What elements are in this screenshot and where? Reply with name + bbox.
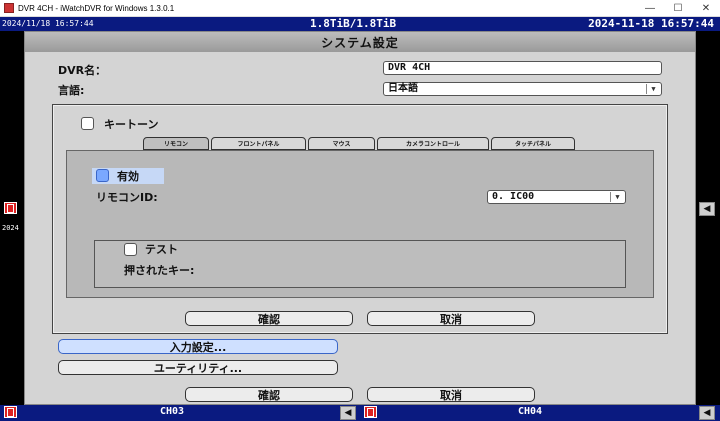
camera-icon <box>4 202 17 214</box>
remote-id-label: リモコンID: <box>96 191 158 204</box>
camera-bottom-strip <box>0 405 720 421</box>
keytone-title: キートーン <box>104 118 159 131</box>
dvr-name-label: DVR名： <box>58 64 107 77</box>
tab-mouse[interactable]: マウス <box>308 137 375 150</box>
dvr-name-input[interactable]: DVR 4CH <box>383 61 662 75</box>
remote-id-value: 0. IC00 <box>492 191 535 202</box>
dvr-status-bar: 2024/11/18 16:57:44 1.8TiB/1.8TiB 2024-1… <box>0 17 720 31</box>
tab-touch-panel[interactable]: タッチパネル <box>491 137 575 150</box>
system-ok-button[interactable]: 確認 <box>185 387 353 402</box>
maximize-button[interactable]: ☐ <box>664 0 692 17</box>
enable-label: 有効 <box>117 170 139 183</box>
speaker-icon[interactable]: ◀ <box>699 202 715 216</box>
test-label: テスト <box>145 243 178 256</box>
storage-usage: 1.8TiB/1.8TiB <box>310 17 397 30</box>
window-title: DVR 4CH - iWatchDVR for Windows 1.3.0.1 <box>18 3 175 13</box>
camera-icon-ch4 <box>364 406 377 418</box>
tab-front-panel[interactable]: フロントパネル <box>211 137 306 150</box>
input-settings-button[interactable]: 入力設定... <box>58 339 338 354</box>
camera-view-left <box>0 31 24 405</box>
test-checkbox[interactable] <box>124 243 137 256</box>
camera-label-ch4: CH04 <box>518 406 543 417</box>
keytone-tabs: リモコン フロントパネル マウス カメラコントロール タッチパネル <box>143 137 577 150</box>
close-button[interactable]: ✕ <box>692 0 720 17</box>
camera-icon-ch3 <box>4 406 17 418</box>
window-titlebar: DVR 4CH - iWatchDVR for Windows 1.3.0.1 … <box>0 0 720 17</box>
speaker-icon-ch4[interactable]: ◀ <box>699 406 715 420</box>
chevron-down-icon[interactable]: ▼ <box>610 192 624 202</box>
language-label: 言語: <box>58 84 85 97</box>
utility-button[interactable]: ユーティリティ... <box>58 360 338 375</box>
remote-id-select[interactable]: 0. IC00 ▼ <box>487 190 626 204</box>
enable-checkbox[interactable] <box>96 169 109 182</box>
keytone-checkbox[interactable] <box>81 117 94 130</box>
pressed-key-label: 押されたキー: <box>124 264 195 277</box>
keytone-ok-button[interactable]: 確認 <box>185 311 353 326</box>
chevron-down-icon[interactable]: ▼ <box>646 84 660 94</box>
tab-remote[interactable]: リモコン <box>143 137 209 150</box>
osd-timestamp: 2024/11/18 16:57:44 <box>2 19 94 28</box>
minimize-button[interactable]: — <box>636 0 664 17</box>
language-select[interactable]: 日本語 ▼ <box>383 82 662 96</box>
tab-camera-control[interactable]: カメラコントロール <box>377 137 489 150</box>
app-icon <box>4 3 14 13</box>
system-cancel-button[interactable]: 取消 <box>367 387 535 402</box>
language-select-value: 日本語 <box>388 83 418 94</box>
speaker-icon-ch3[interactable]: ◀ <box>340 406 356 420</box>
camera-view-right <box>696 31 720 405</box>
system-settings-title: システム設定 <box>25 32 695 52</box>
camera-osd-date: 2024 <box>2 224 19 232</box>
keytone-cancel-button[interactable]: 取消 <box>367 311 535 326</box>
current-datetime: 2024-11-18 16:57:44 <box>588 17 714 30</box>
camera-label-ch3: CH03 <box>160 406 185 417</box>
